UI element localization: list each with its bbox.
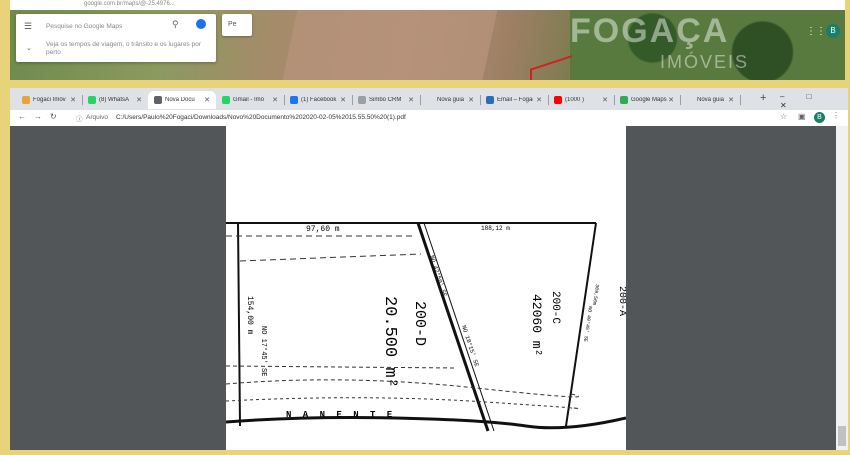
info-icon[interactable]: ⓘ [76,113,83,123]
lot-c-area: 42060 m² [529,294,544,356]
tab-close-icon[interactable]: ✕ [602,96,608,104]
tab-10[interactable]: Google Maps ✕ [614,91,680,109]
url-text[interactable]: C:/Users/Paulo%20Fogaci/Downloads/Novo%2… [116,114,406,121]
tab-close-icon[interactable]: ✕ [536,96,542,104]
tab-3[interactable]: Nova Docu ✕ [148,91,216,109]
tab-label: (1000 ) [565,97,585,103]
tab-close-icon[interactable]: ✕ [468,96,474,104]
watermark-subtitle: IMÓVEIS [660,52,750,72]
tab-label: Nova Docu [165,97,195,103]
new-tab-button[interactable]: + [760,92,766,104]
account-avatar[interactable]: B [814,112,825,123]
diagonal-bearing-a: NO 42°50' SE [428,254,448,298]
window-controls[interactable]: – □ ✕ [780,92,848,110]
maps-search-box[interactable]: ☰ Pesquise no Google Maps ⚲ ⌄ Veja os te… [16,14,216,62]
account-avatar[interactable]: B [826,24,840,38]
scrollbar-track[interactable] [836,126,848,450]
tab-label: (8) WhatsA [99,97,130,103]
tab-favicon-icon [426,96,434,104]
background-browser-window: google.com.br/maps/@-25.4976... ☰ Pesqui… [10,0,845,80]
property-plan-drawing: 97,60 m 188,12 m 154,00 m NO 17°45' SE N… [225,222,627,432]
maps-category-chip[interactable]: Pe [222,14,252,36]
tab-close-icon[interactable]: ✕ [340,96,346,104]
tab-8[interactable]: Email – Fogaç ✕ [480,91,548,109]
apps-grid-icon[interactable]: ⋮⋮ [806,26,826,37]
tab-close-icon[interactable]: ✕ [272,96,278,104]
tab-1[interactable]: Fogaci Imóv ✕ [16,91,82,109]
background-url: google.com.br/maps/@-25.4976... [84,1,175,7]
tab-favicon-icon [486,96,494,104]
scrollbar-thumb[interactable] [838,426,846,446]
forward-icon[interactable]: → [34,112,42,121]
pdf-browser-window: Fogaci Imóv ✕ (8) WhatsA ✕ Nova Docu ✕ Gmail -… [10,88,848,450]
chevron-down-icon[interactable]: ⌄ [26,44,32,52]
tab-favicon-icon [620,96,628,104]
reload-icon[interactable]: ↻ [50,112,57,121]
map-boundary-line [530,55,572,80]
site-label: Arquivo [86,114,109,121]
tab-label: Email – Fogaç [497,97,533,103]
maps-hint-text: Veja os tempos de viagem, o trânsito e o… [46,41,202,56]
tab-close-icon[interactable]: ✕ [408,96,414,104]
tab-favicon-icon [686,96,694,104]
pdf-page[interactable]: 97,60 m 188,12 m 154,00 m NO 17°45' SE N… [225,126,627,450]
tab-favicon-icon [88,96,96,104]
lot-d-id: 200-D [411,301,428,346]
extension-icon[interactable]: ▣ [798,112,806,121]
chip-label: Pe [228,21,237,28]
browser-toolbar: ← → ↻ ⓘ Arquivo C:/Users/Paulo%20Fogaci/… [10,110,848,127]
tab-label: Google Maps [631,97,667,103]
address-bar[interactable]: ⓘ Arquivo C:/Users/Paulo%20Fogaci/Downlo… [76,112,716,124]
tab-favicon-icon [154,96,162,104]
tab-4[interactable]: Gmail - Imó ✕ [216,91,284,109]
top-right-measure: 188,12 m [481,225,510,232]
tab-label: (1) Facebook [301,97,337,103]
bookmark-star-icon[interactable]: ☆ [780,112,787,121]
tab-favicon-icon [22,96,30,104]
top-measure: 97,60 m [306,225,340,234]
tab-strip: Fogaci Imóv ✕ (8) WhatsA ✕ Nova Docu ✕ Gmail -… [10,88,848,110]
tab-9[interactable]: (1000 ) ✕ [548,91,614,109]
tab-favicon-icon [290,96,298,104]
bottom-label: N A N E N T E [286,410,395,420]
tab-label: Gmail - Imó [233,97,265,103]
lot-c-id: 200-C [549,291,561,324]
tab-close-icon[interactable]: ✕ [70,96,76,104]
right-measure: 309,50m [591,284,600,306]
tab-close-icon[interactable]: ✕ [136,96,142,104]
map-field [282,10,498,80]
lot-d-area: 20.500 m² [380,296,399,388]
tab-favicon-icon [222,96,230,104]
left-measure: 154,00 m [245,296,254,335]
left-bearing: NO 17°45' SE [259,326,268,376]
maps-search-input[interactable]: Pesquise no Google Maps [46,23,122,30]
menu-kebab-icon[interactable]: ⋮ [832,111,840,120]
tab-7[interactable]: Nova guia ✕ [420,91,480,109]
tab-6[interactable]: Simbo CRM ✕ [352,91,420,109]
map-satellite-view[interactable]: ☰ Pesquise no Google Maps ⚲ ⌄ Veja os te… [10,10,845,80]
lot-a-id: 200-A [616,286,626,316]
tab-close-icon[interactable]: ✕ [204,96,210,104]
tab-close-icon[interactable]: ✕ [668,96,674,104]
tab-2[interactable]: (8) WhatsA ✕ [82,91,148,109]
tab-label: Simbo CRM [369,97,402,103]
back-icon[interactable]: ← [18,112,26,121]
watermark-logo: FOGAÇA [570,12,730,50]
tab-separator [740,95,741,105]
tab-close-icon[interactable]: ✕ [728,96,734,104]
tab-label: Fogaci Imóv [33,97,66,103]
tab-11[interactable]: Nova guia ✕ [680,91,740,109]
tab-favicon-icon [358,96,366,104]
directions-icon[interactable] [196,19,206,29]
tab-favicon-icon [554,96,562,104]
search-icon[interactable]: ⚲ [172,19,179,30]
tab-5[interactable]: (1) Facebook ✕ [284,91,352,109]
hamburger-menu-icon[interactable]: ☰ [24,21,32,32]
pdf-viewer[interactable]: 97,60 m 188,12 m 154,00 m NO 17°45' SE N… [10,126,848,450]
